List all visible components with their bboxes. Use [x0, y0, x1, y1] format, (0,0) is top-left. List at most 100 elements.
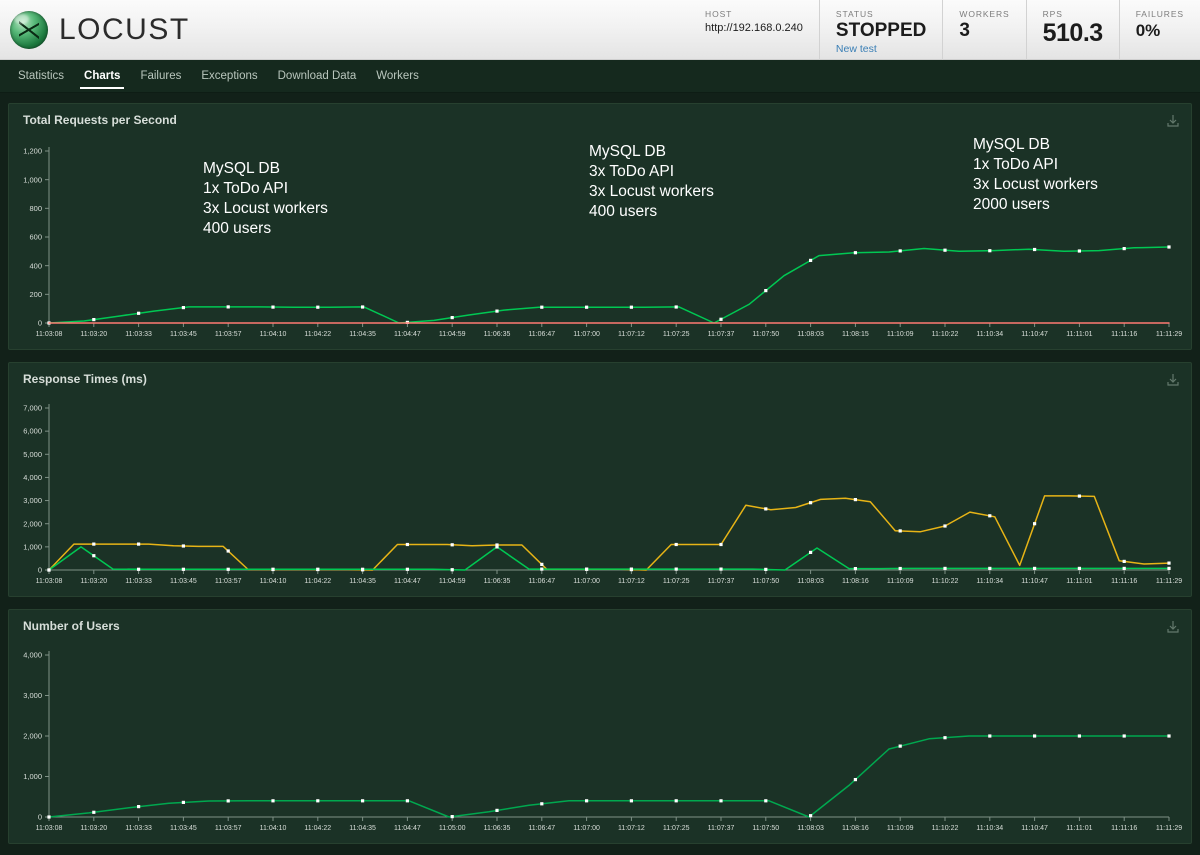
svg-text:2,000: 2,000 — [23, 519, 42, 528]
tab-download-data[interactable]: Download Data — [268, 60, 367, 92]
svg-text:11:06:47: 11:06:47 — [528, 578, 555, 585]
tab-statistics[interactable]: Statistics — [8, 60, 74, 92]
svg-text:800: 800 — [29, 204, 42, 213]
chart-title: Response Times (ms) — [23, 372, 147, 386]
svg-text:11:07:25: 11:07:25 — [663, 331, 690, 338]
svg-text:600: 600 — [29, 233, 42, 242]
svg-text:11:08:03: 11:08:03 — [797, 578, 824, 585]
tab-charts[interactable]: Charts — [74, 60, 130, 92]
chart-plot-area[interactable]: 0 1,000 2,000 3,000 4,000 5,000 6,000 7,000 11:0… — [9, 386, 1193, 596]
chart-title: Number of Users — [23, 619, 120, 633]
new-test-link[interactable]: New test — [836, 43, 926, 55]
svg-text:11:10:34: 11:10:34 — [976, 825, 1003, 832]
svg-text:5,000: 5,000 — [23, 450, 42, 459]
svg-text:11:08:03: 11:08:03 — [797, 825, 824, 832]
stat-status-label: STATUS — [835, 9, 874, 19]
svg-text:11:04:59: 11:04:59 — [439, 578, 466, 585]
svg-text:11:07:00: 11:07:00 — [573, 578, 600, 585]
svg-text:11:08:16: 11:08:16 — [842, 825, 869, 832]
svg-text:400: 400 — [29, 261, 42, 270]
svg-text:11:04:47: 11:04:47 — [394, 825, 421, 832]
svg-text:11:07:50: 11:07:50 — [752, 578, 779, 585]
stat-rps-value: 510.3 — [1042, 19, 1104, 47]
stat-failures-value: 0% — [1135, 21, 1161, 40]
app-header: LOCUST HOST http://192.168.0.240 STATUS … — [0, 0, 1200, 60]
svg-text:3,000: 3,000 — [23, 691, 42, 700]
chart-title: Total Requests per Second — [23, 113, 177, 127]
svg-text:11:10:47: 11:10:47 — [1021, 825, 1048, 832]
stat-failures: FAILURES 0% — [1118, 0, 1200, 60]
svg-text:11:07:25: 11:07:25 — [663, 578, 690, 585]
chart-panel-total-requests-per-second: Total Requests per Second 0 200 400 600 800 1,… — [8, 103, 1192, 350]
stat-rps: RPS 510.3 — [1025, 0, 1119, 60]
svg-text:11:11:29: 11:11:29 — [1156, 825, 1182, 832]
svg-text:1,000: 1,000 — [23, 772, 42, 781]
tab-label: Download Data — [277, 70, 357, 82]
header-stats: HOST http://192.168.0.240 STATUS STOPPED… — [689, 0, 1200, 60]
brand-title: LOCUST — [59, 12, 190, 46]
svg-text:11:04:47: 11:04:47 — [394, 331, 421, 338]
svg-text:11:10:09: 11:10:09 — [887, 578, 914, 585]
svg-text:11:04:22: 11:04:22 — [304, 578, 331, 585]
svg-text:1,000: 1,000 — [23, 542, 42, 551]
svg-text:11:03:20: 11:03:20 — [80, 825, 107, 832]
svg-text:11:03:57: 11:03:57 — [215, 578, 242, 585]
chart-plot-area[interactable]: 0 1,000 2,000 3,000 4,000 11:03:08 11:03:20 11:… — [9, 633, 1193, 843]
download-icon[interactable] — [1165, 373, 1181, 387]
svg-text:11:03:33: 11:03:33 — [125, 578, 152, 585]
svg-text:11:04:10: 11:04:10 — [260, 578, 287, 585]
svg-text:11:10:34: 11:10:34 — [976, 578, 1003, 585]
svg-text:2,000: 2,000 — [23, 732, 42, 741]
tab-label: Workers — [376, 70, 419, 82]
svg-text:11:03:20: 11:03:20 — [80, 578, 107, 585]
svg-text:7,000: 7,000 — [23, 404, 42, 413]
svg-text:11:11:16: 11:11:16 — [1111, 825, 1137, 832]
svg-text:11:07:25: 11:07:25 — [663, 825, 690, 832]
svg-text:6,000: 6,000 — [23, 427, 42, 436]
svg-text:11:11:29: 11:11:29 — [1156, 578, 1182, 585]
svg-text:11:07:12: 11:07:12 — [618, 825, 645, 832]
svg-text:11:07:00: 11:07:00 — [573, 331, 600, 338]
chart-panel-response-times-ms: Response Times (ms) 0 1,000 2,000 3,000 4,000… — [8, 362, 1192, 597]
svg-text:11:04:35: 11:04:35 — [349, 825, 376, 832]
svg-text:11:07:50: 11:07:50 — [752, 825, 779, 832]
svg-text:4,000: 4,000 — [23, 473, 42, 482]
svg-text:0: 0 — [38, 813, 42, 822]
brand: LOCUST — [0, 10, 190, 49]
svg-text:11:07:37: 11:07:37 — [708, 578, 735, 585]
svg-text:11:03:33: 11:03:33 — [125, 825, 152, 832]
svg-text:11:04:10: 11:04:10 — [260, 331, 287, 338]
tab-label: Charts — [84, 70, 121, 82]
chart-plot-area[interactable]: 0 200 400 600 800 1,000 1,200 11:03:08 11:03:20 1… — [9, 127, 1193, 349]
svg-text:11:03:45: 11:03:45 — [170, 578, 197, 585]
svg-text:1,200: 1,200 — [23, 147, 42, 156]
svg-text:11:10:09: 11:10:09 — [887, 331, 914, 338]
svg-text:11:03:45: 11:03:45 — [170, 825, 197, 832]
svg-text:11:03:45: 11:03:45 — [170, 331, 197, 338]
svg-text:11:06:35: 11:06:35 — [484, 825, 511, 832]
svg-text:11:04:22: 11:04:22 — [304, 331, 331, 338]
tab-exceptions[interactable]: Exceptions — [191, 60, 267, 92]
svg-text:11:03:33: 11:03:33 — [125, 331, 152, 338]
download-icon[interactable] — [1165, 620, 1181, 634]
svg-text:11:11:16: 11:11:16 — [1111, 331, 1137, 338]
svg-text:11:06:35: 11:06:35 — [484, 331, 511, 338]
tab-label: Exceptions — [201, 70, 258, 82]
svg-text:0: 0 — [38, 566, 42, 575]
tab-failures[interactable]: Failures — [130, 60, 191, 92]
svg-text:11:10:22: 11:10:22 — [932, 825, 959, 832]
download-icon[interactable] — [1165, 114, 1181, 128]
svg-text:0: 0 — [38, 319, 42, 328]
svg-text:11:06:47: 11:06:47 — [528, 331, 555, 338]
svg-text:11:04:47: 11:04:47 — [394, 578, 421, 585]
svg-text:11:03:57: 11:03:57 — [215, 331, 242, 338]
chart-panel-number-of-users: Number of Users 0 1,000 2,000 3,000 4,000 11:0… — [8, 609, 1192, 844]
svg-text:11:03:08: 11:03:08 — [36, 825, 63, 832]
svg-text:11:10:09: 11:10:09 — [887, 825, 914, 832]
svg-text:11:07:00: 11:07:00 — [573, 825, 600, 832]
svg-text:11:07:50: 11:07:50 — [752, 331, 779, 338]
tab-workers[interactable]: Workers — [366, 60, 429, 92]
svg-text:11:10:22: 11:10:22 — [932, 331, 959, 338]
svg-text:11:11:01: 11:11:01 — [1066, 578, 1092, 585]
stat-host-label: HOST — [705, 9, 733, 19]
